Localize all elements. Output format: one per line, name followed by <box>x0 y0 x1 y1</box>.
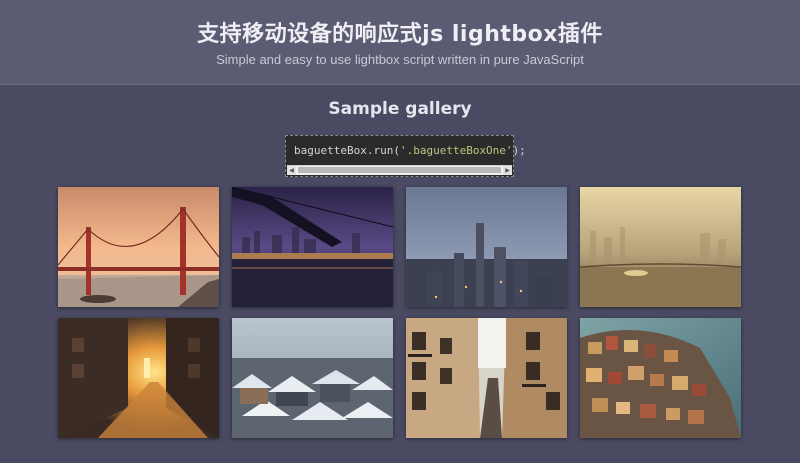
page-subtitle: Simple and easy to use lightbox script w… <box>216 52 584 67</box>
page-title: 支持移动设备的响应式js lightbox插件 <box>197 22 603 47</box>
gallery-thumbnail-golden-gate[interactable] <box>58 187 219 307</box>
section-title: Sample gallery <box>328 99 472 119</box>
gallery-thumbnail-city-dusk[interactable] <box>406 187 567 307</box>
night-bridge-image <box>232 187 393 307</box>
scrollbar-thumb[interactable] <box>298 167 501 173</box>
gallery-thumbnail-sunlit-street[interactable] <box>58 318 219 438</box>
hillside-village-image <box>580 318 741 438</box>
code-scrollbar[interactable]: ◀ ▶ <box>287 165 512 175</box>
code-suffix: ); <box>512 144 526 157</box>
page-header: 支持移动设备的响应式js lightbox插件 Simple and easy … <box>0 0 800 85</box>
scroll-left-arrow-icon[interactable]: ◀ <box>287 166 296 175</box>
sunlit-street-image <box>58 318 219 438</box>
code-line: baguetteBox.run('.baguetteBoxOne'); <box>294 144 526 157</box>
code-string: '.baguetteBoxOne' <box>399 144 513 157</box>
code-prefix: baguetteBox.run( <box>294 144 400 157</box>
snowy-rooftops-image <box>232 318 393 438</box>
scroll-right-arrow-icon[interactable]: ▶ <box>503 166 512 175</box>
gallery-thumbnail-snowy-rooftops[interactable] <box>232 318 393 438</box>
narrow-alley-image <box>406 318 567 438</box>
city-dusk-image <box>406 187 567 307</box>
gallery-grid <box>58 187 741 439</box>
gallery-thumbnail-hillside-village[interactable] <box>580 318 741 438</box>
hazy-water-image <box>580 187 741 307</box>
code-snippet[interactable]: baguetteBox.run('.baguetteBoxOne'); ◀ ▶ <box>285 135 526 177</box>
golden-gate-image <box>58 187 219 307</box>
gallery-thumbnail-narrow-alley[interactable] <box>406 318 567 438</box>
gallery-thumbnail-hazy-water[interactable] <box>580 187 741 307</box>
gallery-thumbnail-night-bridge[interactable] <box>232 187 393 307</box>
